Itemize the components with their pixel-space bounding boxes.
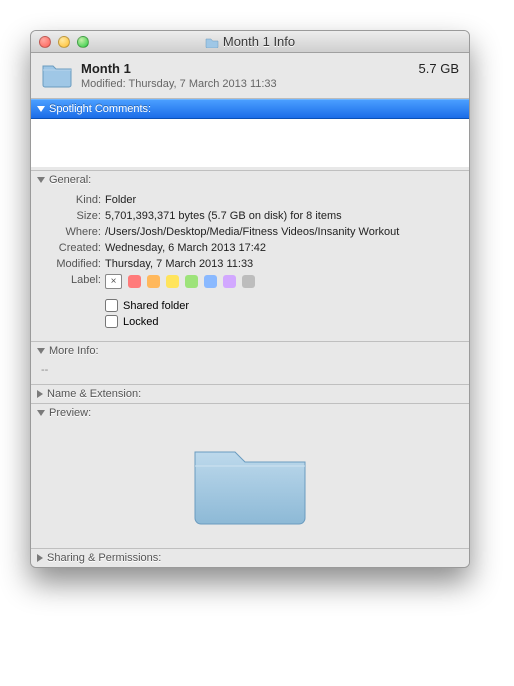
item-modified: Modified: Thursday, 7 March 2013 11:33 bbox=[81, 78, 419, 90]
chevron-down-icon bbox=[37, 348, 45, 354]
label-red[interactable] bbox=[128, 275, 141, 288]
section-preview: Preview: bbox=[31, 404, 469, 549]
close-icon[interactable] bbox=[39, 36, 51, 48]
window-title: Month 1 Info bbox=[31, 34, 469, 49]
section-title: Preview: bbox=[49, 407, 91, 419]
locked-label: Locked bbox=[123, 316, 158, 328]
locked-row[interactable]: Locked bbox=[105, 315, 459, 328]
preview-area bbox=[31, 422, 469, 548]
label-purple[interactable] bbox=[223, 275, 236, 288]
label-label: Label: bbox=[41, 273, 101, 288]
info-window: Month 1 Info Month 1 Modified: Thursday,… bbox=[30, 30, 470, 568]
spotlight-comments-input[interactable] bbox=[31, 119, 469, 167]
size-value: 5,701,393,371 bytes (5.7 GB on disk) for… bbox=[105, 209, 459, 224]
chevron-right-icon bbox=[37, 554, 43, 562]
modified-value: Thursday, 7 March 2013 11:33 bbox=[105, 257, 459, 272]
moreinfo-value: -- bbox=[31, 360, 469, 384]
where-value: /Users/Josh/Desktop/Media/Fitness Videos… bbox=[105, 225, 459, 240]
section-header-nameext[interactable]: Name & Extension: bbox=[31, 385, 469, 403]
section-title: Name & Extension: bbox=[47, 388, 141, 400]
chevron-down-icon bbox=[37, 106, 45, 112]
label-yellow[interactable] bbox=[166, 275, 179, 288]
section-title: General: bbox=[49, 174, 91, 186]
chevron-right-icon bbox=[37, 390, 43, 398]
section-header-sharing[interactable]: Sharing & Permissions: bbox=[31, 549, 469, 567]
label-gray[interactable] bbox=[242, 275, 255, 288]
section-header-moreinfo[interactable]: More Info: bbox=[31, 342, 469, 360]
locked-checkbox[interactable] bbox=[105, 315, 118, 328]
label-clear-button[interactable]: × bbox=[105, 274, 122, 289]
where-label: Where: bbox=[41, 225, 101, 240]
label-blue[interactable] bbox=[204, 275, 217, 288]
section-title: Sharing & Permissions: bbox=[47, 552, 161, 564]
section-header-preview[interactable]: Preview: bbox=[31, 404, 469, 422]
shared-folder-row[interactable]: Shared folder bbox=[105, 299, 459, 312]
section-nameext: Name & Extension: bbox=[31, 385, 469, 404]
shared-folder-label: Shared folder bbox=[123, 300, 189, 312]
chevron-down-icon bbox=[37, 410, 45, 416]
traffic-lights bbox=[39, 36, 89, 48]
chevron-down-icon bbox=[37, 177, 45, 183]
section-header-spotlight[interactable]: Spotlight Comments: bbox=[31, 99, 469, 119]
section-sharing: Sharing & Permissions: bbox=[31, 549, 469, 567]
section-general: General: Kind: Folder Size: 5,701,393,371 … bbox=[31, 171, 469, 342]
label-green[interactable] bbox=[185, 275, 198, 288]
kind-label: Kind: bbox=[41, 193, 101, 208]
section-moreinfo: More Info: -- bbox=[31, 342, 469, 385]
folder-icon bbox=[185, 432, 315, 532]
item-name: Month 1 bbox=[81, 61, 419, 76]
shared-folder-checkbox[interactable] bbox=[105, 299, 118, 312]
minimize-icon[interactable] bbox=[58, 36, 70, 48]
section-header-general[interactable]: General: bbox=[31, 171, 469, 189]
size-label: Size: bbox=[41, 209, 101, 224]
section-title: Spotlight Comments: bbox=[49, 103, 151, 115]
created-label: Created: bbox=[41, 241, 101, 256]
created-value: Wednesday, 6 March 2013 17:42 bbox=[105, 241, 459, 256]
zoom-icon[interactable] bbox=[77, 36, 89, 48]
section-title: More Info: bbox=[49, 345, 99, 357]
kind-value: Folder bbox=[105, 193, 459, 208]
modified-label: Modified: bbox=[41, 257, 101, 272]
titlebar[interactable]: Month 1 Info bbox=[31, 31, 469, 53]
folder-icon bbox=[205, 36, 219, 48]
section-spotlight: Spotlight Comments: bbox=[31, 99, 469, 171]
item-size: 5.7 GB bbox=[419, 61, 459, 76]
header: Month 1 Modified: Thursday, 7 March 2013… bbox=[31, 53, 469, 99]
folder-icon bbox=[41, 61, 73, 89]
label-orange[interactable] bbox=[147, 275, 160, 288]
